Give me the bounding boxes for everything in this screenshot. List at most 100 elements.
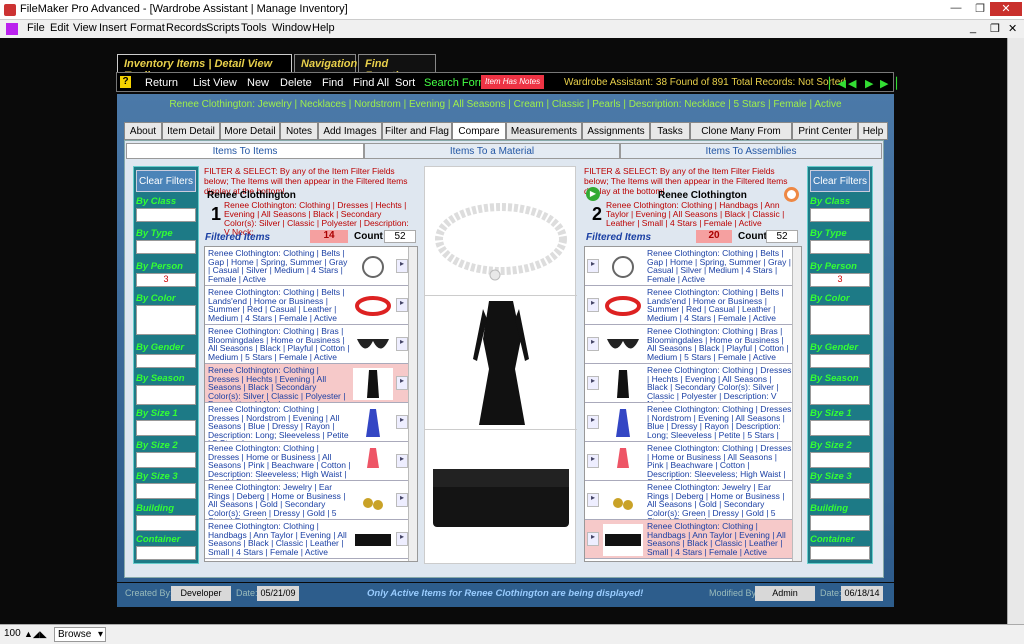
- prev-record-icon[interactable]: ◀: [848, 77, 856, 90]
- doc-minimize-button[interactable]: _: [970, 22, 976, 34]
- filter-gender-field[interactable]: [136, 354, 196, 368]
- select-arrow-icon[interactable]: ▸: [396, 493, 408, 507]
- list-scrollbar-left[interactable]: [408, 247, 417, 561]
- filter-color-field[interactable]: [136, 305, 196, 335]
- select-arrow-icon[interactable]: ▸: [396, 415, 408, 429]
- list-view-button[interactable]: List View: [193, 77, 237, 89]
- tab-print-center[interactable]: Print Center: [792, 122, 858, 140]
- return-button[interactable]: Return: [145, 77, 178, 89]
- list-item[interactable]: ▸ Renee Clothington: Clothing | Belts | G…: [585, 247, 794, 286]
- maximize-button[interactable]: ❐: [968, 2, 992, 16]
- select-arrow-icon[interactable]: ▸: [587, 532, 599, 546]
- find-all-button[interactable]: Find All: [353, 77, 389, 89]
- help-icon[interactable]: ?: [120, 76, 131, 88]
- tab-tasks[interactable]: Tasks: [650, 122, 690, 140]
- filter-gender-field[interactable]: [810, 354, 870, 368]
- menu-insert[interactable]: Insert: [99, 22, 127, 34]
- select-arrow-icon[interactable]: ▸: [587, 298, 599, 312]
- filter-person-field[interactable]: 3: [810, 273, 870, 287]
- close-button[interactable]: ✕: [990, 2, 1022, 16]
- clear-filters-button-right[interactable]: Clear Filters: [810, 170, 870, 192]
- select-arrow-icon[interactable]: ▸: [587, 376, 599, 390]
- tab-item-detail[interactable]: Item Detail: [162, 122, 220, 140]
- filter-color-field[interactable]: [810, 305, 870, 335]
- filter-size3-field[interactable]: [136, 483, 196, 499]
- lifebuoy-icon[interactable]: [784, 187, 799, 202]
- subtab-items-to-assemblies[interactable]: Items To Assemblies: [620, 143, 882, 159]
- filter-type-field[interactable]: [810, 240, 870, 254]
- select-arrow-icon[interactable]: ▸: [396, 532, 408, 546]
- tab-assignments[interactable]: Assignments: [582, 122, 650, 140]
- filter-type-field[interactable]: [136, 240, 196, 254]
- list-item[interactable]: ▸ Renee Clothington: Clothing | Bras | Bl…: [585, 325, 794, 364]
- menu-tools[interactable]: Tools: [241, 22, 267, 34]
- select-arrow-icon[interactable]: ▸: [587, 415, 599, 429]
- menu-scripts[interactable]: Scripts: [206, 22, 240, 34]
- menu-file[interactable]: File: [27, 22, 45, 34]
- play-icon[interactable]: ▶: [586, 187, 600, 201]
- filter-container-field[interactable]: [810, 546, 870, 560]
- list-scrollbar-right[interactable]: [792, 247, 801, 561]
- tab-about[interactable]: About: [124, 122, 162, 140]
- menu-view[interactable]: View: [73, 22, 97, 34]
- tab-measurements[interactable]: Measurements: [506, 122, 582, 140]
- select-arrow-icon[interactable]: ▸: [396, 337, 408, 351]
- delete-button[interactable]: Delete: [280, 77, 312, 89]
- filter-season-field[interactable]: [810, 385, 870, 405]
- doc-restore-button[interactable]: ❐: [990, 22, 1000, 35]
- filter-container-field[interactable]: [136, 546, 196, 560]
- filter-class-field[interactable]: [136, 208, 196, 222]
- tab-clone-many[interactable]: Clone Many From One: [690, 122, 792, 148]
- menu-format[interactable]: Format: [130, 22, 165, 34]
- mode-select[interactable]: Browse ▾: [54, 627, 106, 642]
- tab-navigation[interactable]: Navigation: [294, 54, 357, 72]
- list-item[interactable]: ▸ Renee Clothington: Jewelry | Ear Rings …: [585, 481, 794, 520]
- tab-add-images[interactable]: Add Images: [318, 122, 382, 140]
- select-arrow-icon[interactable]: ▸: [587, 454, 599, 468]
- list-item[interactable]: Renee Clothington: Clothing | Handbags |…: [205, 520, 410, 559]
- select-arrow-icon[interactable]: ▸: [396, 259, 408, 273]
- list-item[interactable]: Renee Clothington: Clothing | Dresses | …: [205, 442, 410, 481]
- list-item-selected[interactable]: ▸ Renee Clothington: Clothing | Handbags …: [585, 520, 794, 559]
- select-arrow-icon[interactable]: ▸: [396, 376, 408, 390]
- tab-help[interactable]: Help: [858, 122, 888, 140]
- select-arrow-icon[interactable]: ▸: [587, 337, 599, 351]
- select-arrow-icon[interactable]: ▸: [587, 493, 599, 507]
- select-arrow-icon[interactable]: ▸: [587, 259, 599, 273]
- menu-records[interactable]: Records: [166, 22, 207, 34]
- clear-filters-button[interactable]: Clear Filters: [136, 170, 196, 192]
- list-item[interactable]: Renee Clothington: Clothing | Belts | La…: [205, 286, 410, 325]
- list-item[interactable]: ▸ Renee Clothington: Clothing | Dresses |…: [585, 442, 794, 481]
- filter-building-field[interactable]: [810, 515, 870, 531]
- filter-season-field[interactable]: [136, 385, 196, 405]
- subtab-items-to-items[interactable]: Items To Items: [126, 143, 364, 159]
- select-arrow-icon[interactable]: ▸: [396, 298, 408, 312]
- menu-edit[interactable]: Edit: [50, 22, 69, 34]
- minimize-button[interactable]: —: [944, 2, 968, 16]
- list-item[interactable]: Renee Clothington: Jewelry | Ear Rings |…: [205, 481, 410, 520]
- filter-size2-field[interactable]: [136, 452, 196, 468]
- search-form-button[interactable]: Search Form: [424, 77, 488, 89]
- filter-building-field[interactable]: [136, 515, 196, 531]
- vertical-scrollbar[interactable]: [1007, 38, 1024, 624]
- list-item[interactable]: ▸ Renee Clothington: Clothing | Belts | L…: [585, 286, 794, 325]
- sort-button[interactable]: Sort: [395, 77, 415, 89]
- filter-class-field[interactable]: [810, 208, 870, 222]
- filter-size3-field[interactable]: [810, 483, 870, 499]
- find-button[interactable]: Find: [322, 77, 343, 89]
- list-item[interactable]: Renee Clothington: Clothing | Belts | Ga…: [205, 247, 410, 286]
- doc-close-button[interactable]: ✕: [1008, 22, 1017, 35]
- filter-size1-field[interactable]: [810, 420, 870, 436]
- list-item-selected[interactable]: Renee Clothington: Clothing | Dresses | …: [205, 364, 410, 403]
- list-item[interactable]: Renee Clothington: Clothing | Bras | Blo…: [205, 325, 410, 364]
- tab-inventory-toolbar[interactable]: Inventory Items | Detail View Toolbar: [117, 54, 292, 82]
- first-record-icon[interactable]: ▏◀: [829, 77, 846, 90]
- select-arrow-icon[interactable]: ▸: [396, 454, 408, 468]
- list-item[interactable]: ▸ Renee Clothington: Clothing | Dresses |…: [585, 364, 794, 403]
- new-button[interactable]: New: [247, 77, 269, 89]
- menu-help[interactable]: Help: [312, 22, 335, 34]
- filter-size1-field[interactable]: [136, 420, 196, 436]
- list-item[interactable]: ▸ Renee Clothington: Clothing | Dresses |…: [585, 403, 794, 442]
- last-record-icon[interactable]: ▶▕: [880, 77, 897, 90]
- subtab-items-to-material[interactable]: Items To a Material: [364, 143, 620, 159]
